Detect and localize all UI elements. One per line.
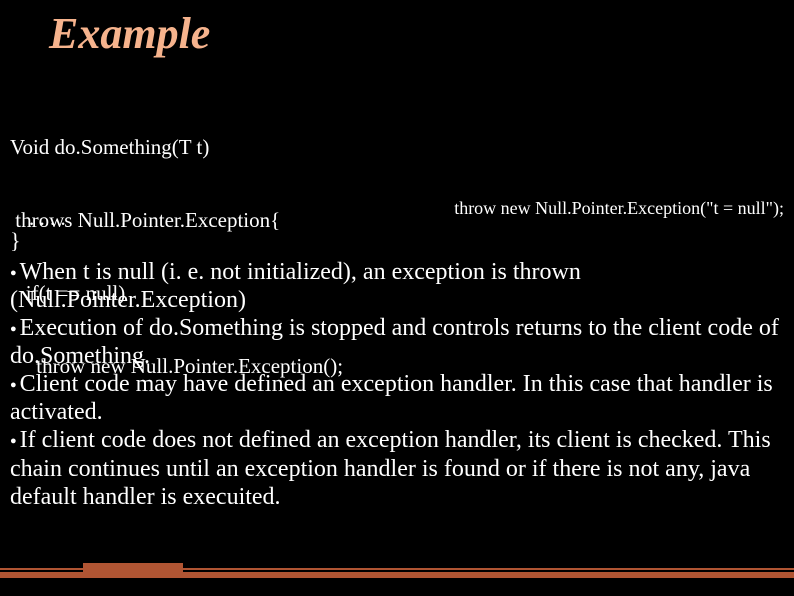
bullet-list: ●When t is null (i. e. not initialized),… <box>10 258 782 511</box>
slide-title: Example <box>49 8 210 59</box>
bullet-dot-icon: ● <box>10 435 20 447</box>
bullet-dot-icon: ● <box>10 379 20 391</box>
code-ellipsis: . . . . <box>29 206 66 231</box>
code-line-1: Void do.Something(T t) <box>10 135 343 159</box>
bullet-item-1: ●When t is null (i. e. not initialized),… <box>10 258 782 314</box>
bullet-text: Execution of do.Something is stopped and… <box>10 315 779 369</box>
bullet-dot-icon: ● <box>10 267 20 279</box>
bullet-text: When t is null (i. e. not initialized), … <box>10 259 581 313</box>
bullet-text: Client code may have defined an exceptio… <box>10 371 773 425</box>
slide: Example Void do.Something(T t) throws Nu… <box>0 0 794 596</box>
bullet-dot-icon: ● <box>10 323 20 335</box>
bullet-item-2: ●Execution of do.Something is stopped an… <box>10 314 782 370</box>
footer-accent-block <box>83 563 183 578</box>
side-code-snippet: throw new Null.Pointer.Exception("t = nu… <box>454 198 784 219</box>
bullet-item-3: ●Client code may have defined an excepti… <box>10 370 782 426</box>
code-close-brace: } <box>10 228 21 254</box>
bullet-text: If client code does not defined an excep… <box>10 427 771 509</box>
bullet-item-4: ●If client code does not defined an exce… <box>10 426 782 510</box>
